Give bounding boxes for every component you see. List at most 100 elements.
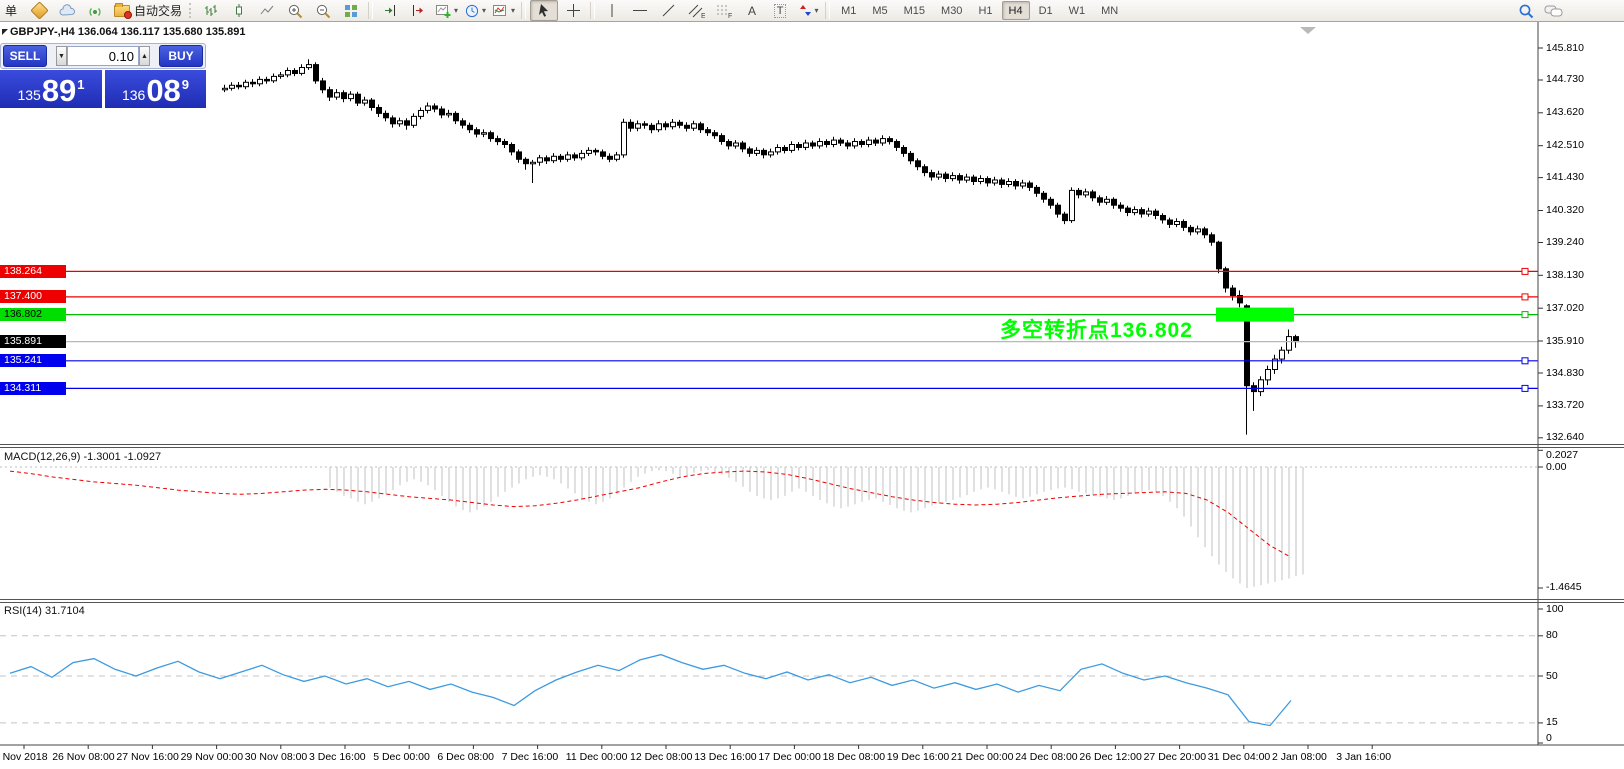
candle (1083, 191, 1089, 196)
indicators-icon (493, 4, 507, 16)
line-handle[interactable] (1521, 357, 1529, 365)
terminal-button[interactable] (54, 1, 80, 20)
bar-chart-button[interactable] (198, 1, 224, 20)
toolbar-separator (521, 2, 527, 19)
candle (915, 160, 921, 168)
line-handle[interactable] (1521, 267, 1529, 275)
candle (600, 151, 606, 157)
vertical-line-button[interactable] (599, 1, 625, 20)
candle (978, 178, 984, 182)
periods-button[interactable]: ▾ (462, 1, 488, 20)
candle (1188, 226, 1194, 233)
tile-windows-button[interactable] (338, 1, 364, 20)
candle (502, 141, 508, 145)
symbol-marker-icon (2, 29, 8, 35)
autotrading-folder-icon (114, 2, 132, 19)
tf-button-h4[interactable]: H4 (1001, 1, 1030, 20)
tf-button-d1[interactable]: D1 (1032, 1, 1060, 20)
zoom-out-button[interactable] (310, 1, 336, 20)
auto-scroll-button[interactable] (377, 1, 403, 20)
chat-button[interactable] (1541, 1, 1567, 20)
candle (1160, 215, 1166, 221)
volume-down-button[interactable]: ▼ (56, 46, 67, 66)
volume-up-button[interactable]: ▲ (139, 46, 150, 66)
line-chart-button[interactable] (254, 1, 280, 20)
sell-button[interactable]: SELL (3, 45, 47, 67)
candle (803, 142, 809, 148)
date-label: 17 Dec 00:00 (758, 751, 821, 763)
main-toolbar: 单 自动交易 ▾ ▾ ▾ E F A T ▾ M1 M5 M15 M30 H1 … (0, 0, 1624, 22)
candle (467, 124, 473, 131)
new-order-button[interactable]: 单 (0, 1, 24, 20)
tf-button-m5[interactable]: M5 (865, 1, 894, 20)
equidistant-channel-button[interactable]: E (683, 1, 709, 20)
line-handle[interactable] (1521, 384, 1529, 392)
candle (1216, 241, 1222, 270)
candle (943, 173, 949, 180)
candlestick-chart-button[interactable] (226, 1, 252, 20)
candle (950, 175, 956, 180)
crosshair-icon (566, 4, 580, 17)
search-button[interactable] (1513, 1, 1539, 20)
tf-button-w1[interactable]: W1 (1062, 1, 1093, 20)
new-chart-icon (436, 4, 451, 18)
chart-shift-marker-icon[interactable] (1300, 27, 1316, 34)
candle (439, 108, 445, 116)
volume-input[interactable] (67, 46, 139, 66)
fibonacci-button[interactable]: F (711, 1, 737, 20)
trendline-button[interactable] (655, 1, 681, 20)
arrows-tool-button[interactable]: ▾ (795, 1, 821, 20)
tf-button-m15[interactable]: M15 (897, 1, 932, 20)
candle (348, 93, 354, 100)
date-label: 31 Dec 04:00 (1207, 751, 1271, 763)
line-handle[interactable] (1521, 311, 1529, 319)
text-label-button[interactable]: T (767, 1, 793, 20)
tf-button-mn[interactable]: MN (1094, 1, 1125, 20)
cursor-button[interactable] (530, 0, 559, 21)
new-chart-button[interactable]: ▾ (433, 1, 460, 20)
zoom-in-button[interactable] (282, 1, 308, 20)
candle (285, 70, 291, 76)
macd-signal-line (9, 470, 1292, 558)
candle (495, 138, 501, 143)
horizontal-line-button[interactable] (627, 1, 653, 20)
date-label: 12 Dec 08:00 (630, 751, 693, 763)
candle (474, 129, 480, 135)
tf-button-m30[interactable]: M30 (934, 1, 969, 20)
pivot-annotation: 多空转折点136.802 (1000, 319, 1193, 342)
price-tick-label: 133.720 (1546, 399, 1584, 412)
price-badge: 136.802 (0, 308, 66, 322)
indicators-button[interactable]: ▾ (490, 1, 517, 20)
candle (1195, 228, 1201, 233)
candle (1167, 219, 1173, 225)
candle (404, 120, 410, 126)
modify-order-button[interactable] (26, 1, 52, 20)
ask-price-button[interactable]: 136 08 9 (105, 70, 206, 108)
mt4-window: 单 自动交易 ▾ ▾ ▾ E F A T ▾ M1 M5 M15 M30 H1 … (0, 0, 1624, 769)
chart-shift-button[interactable] (405, 1, 431, 20)
candle (341, 92, 347, 100)
tf-button-m1[interactable]: M1 (834, 1, 863, 20)
price-badge: 135.891 (0, 335, 66, 349)
autotrading-button[interactable]: 自动交易 (110, 1, 186, 20)
candle (1139, 209, 1145, 215)
candle (432, 105, 438, 110)
line-handle[interactable] (1521, 293, 1529, 301)
pivot-highlight-rect[interactable] (1216, 307, 1294, 322)
text-tool-button[interactable]: A (739, 1, 765, 20)
tf-button-h1[interactable]: H1 (971, 1, 999, 20)
buy-button[interactable]: BUY (159, 45, 203, 67)
signals-button[interactable] (82, 1, 108, 20)
main-chart-canvas[interactable] (0, 0, 1624, 769)
bid-price-button[interactable]: 135 89 1 (0, 70, 102, 108)
date-label: 3 Jan 16:00 (1336, 751, 1392, 763)
price-tick-label: 139.240 (1546, 235, 1584, 248)
candle (1034, 186, 1040, 194)
one-click-top-row: SELL ▼ ▲ BUY (0, 43, 206, 69)
candle (817, 141, 823, 147)
crosshair-button[interactable] (560, 1, 586, 20)
volume-group: ▼ ▲ (49, 46, 157, 66)
channel-icon: E (688, 4, 705, 19)
chat-bubbles-icon (1544, 5, 1563, 16)
candle (1090, 191, 1096, 199)
